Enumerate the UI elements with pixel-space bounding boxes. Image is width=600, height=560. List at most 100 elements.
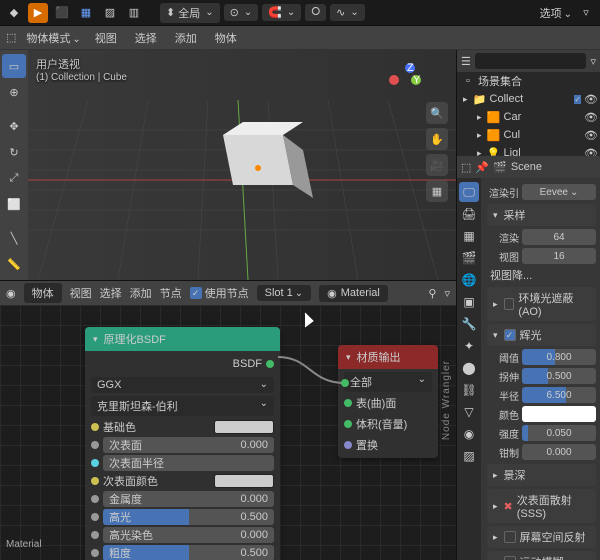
output-target-dropdown[interactable]: 全部	[344, 372, 432, 392]
pivot-dropdown[interactable]: ⊙	[224, 4, 259, 21]
persp-icon[interactable]: ▦	[426, 180, 448, 202]
socket-次表面[interactable]: 次表面0.000	[91, 436, 274, 454]
node-shader-type[interactable]: 物体	[24, 283, 62, 303]
panel-header[interactable]: 屏幕空间反射	[487, 526, 596, 548]
options-dropdown[interactable]: 选项	[540, 5, 572, 21]
socket-基础色[interactable]: 基础色	[91, 418, 274, 436]
shade2-icon[interactable]: ▥	[124, 3, 144, 23]
solid-shade-icon[interactable]: ⬛	[52, 3, 72, 23]
bloom-半径[interactable]: 半径6.500	[487, 386, 596, 404]
material-datablock[interactable]: ◉Material	[319, 285, 388, 302]
outliner-type-icon[interactable]: ☰	[461, 55, 471, 68]
node-menu-select[interactable]: 选择	[100, 285, 122, 301]
sampling-panel-header[interactable]: 采样	[487, 204, 596, 226]
constraint-tab[interactable]: ⛓	[459, 380, 479, 400]
texture-tab[interactable]: ▨	[459, 446, 479, 466]
outliner-row[interactable]: 🟧Car👁	[457, 108, 600, 126]
snap-dropdown[interactable]: 🧲	[262, 4, 301, 21]
slot-dropdown[interactable]: Slot 1	[257, 285, 312, 301]
panel-header[interactable]: 运动模糊	[487, 551, 596, 560]
node-header[interactable]: 原理化BSDF	[85, 327, 280, 351]
outliner-row[interactable]: 🟧Cul👁	[457, 126, 600, 144]
outliner-filter-icon[interactable]: ▿	[590, 55, 596, 68]
props-pin-icon[interactable]: 📌	[475, 161, 489, 174]
pin-icon[interactable]: ⚲	[428, 287, 436, 300]
menu-add[interactable]: 添加	[171, 28, 201, 48]
bloom-panel-header[interactable]: ✓辉光	[487, 324, 596, 346]
node-editor-type-icon[interactable]: ◉	[6, 287, 16, 300]
mode-dropdown[interactable]: 物体模式	[26, 30, 80, 46]
socket-次表面半径[interactable]: 次表面半径	[91, 454, 274, 472]
axis-gizmo[interactable]: Z Y	[380, 58, 420, 98]
orientation-dropdown[interactable]: ⬍ 全局	[160, 3, 220, 23]
node-menu-add[interactable]: 添加	[130, 285, 152, 301]
play-icon[interactable]: ▶	[28, 3, 48, 23]
props-editor-icon[interactable]: ⬚	[461, 161, 471, 174]
cursor-tool[interactable]: ⊕	[2, 80, 26, 104]
node-material-output[interactable]: 材质输出 全部 表(曲)面 体积(音量) 置换	[338, 345, 438, 458]
distribution-dropdown[interactable]: GGX	[91, 377, 274, 393]
zoom-icon[interactable]: 🔍	[426, 102, 448, 124]
proportional-falloff[interactable]: ∿	[330, 4, 365, 21]
bloom-拐伸[interactable]: 拐伸0.500	[487, 367, 596, 385]
shade-icon[interactable]: ▨	[100, 3, 120, 23]
menu-select[interactable]: 选择	[131, 28, 161, 48]
engine-dropdown[interactable]: Eevee	[522, 184, 596, 200]
filter-icon[interactable]: ▿	[576, 3, 596, 23]
scale-tool[interactable]: ⤢	[2, 166, 26, 190]
physics-tab[interactable]: ⬤	[459, 358, 479, 378]
camera-icon[interactable]: 🎥	[426, 154, 448, 176]
scene-tab[interactable]: 🎬	[459, 248, 479, 268]
panel-header[interactable]: 景深	[487, 464, 596, 486]
ao-panel-header[interactable]: 环境光遮蔽 (AO)	[487, 287, 596, 321]
output-tab[interactable]: 🖨	[459, 204, 479, 224]
render-tab[interactable]: 🖵	[459, 182, 479, 202]
socket-次表面颜色[interactable]: 次表面颜色	[91, 472, 274, 490]
outliner-search[interactable]	[475, 53, 587, 69]
menu-object[interactable]: 物体	[211, 28, 241, 48]
bloom-钳制[interactable]: 钳制0.000	[487, 443, 596, 461]
rotate-tool[interactable]: ↻	[2, 140, 26, 164]
move-tool[interactable]: ✥	[2, 114, 26, 138]
outliner-root[interactable]: 场景集合	[478, 73, 522, 89]
modifier-tab[interactable]: 🔧	[459, 314, 479, 334]
scene-name[interactable]: Scene	[511, 161, 596, 173]
use-nodes-checkbox[interactable]: ✓使用节点	[190, 285, 249, 301]
node-overlay-icon[interactable]: ▿	[444, 287, 450, 300]
object-tab[interactable]: ▣	[459, 292, 479, 312]
outliner-row[interactable]: 📁Collect✓👁	[457, 90, 600, 108]
editor-type-icon[interactable]: ⬚	[6, 31, 16, 44]
3d-viewport[interactable]: 用户透视 (1) Collection | Cube Z Y 🔍 ✋ 🎥 ▦	[28, 50, 456, 280]
socket-高光染色[interactable]: 高光染色0.000	[91, 526, 274, 544]
bloom-强度[interactable]: 强度0.050	[487, 424, 596, 442]
side-panel-tab[interactable]: Node Wrangler	[441, 360, 452, 440]
select-box-tool[interactable]: ▭	[2, 54, 26, 78]
socket-金属度[interactable]: 金属度0.000	[91, 490, 274, 508]
node-editor-canvas[interactable]: 原理化BSDF BSDF GGX 克里斯坦森-伯利 基础色次表面0.000次表面…	[0, 305, 456, 560]
socket-粗度[interactable]: 粗度0.500	[91, 544, 274, 560]
transform-tool[interactable]: ⬜	[2, 192, 26, 216]
node-menu-view[interactable]: 视图	[70, 285, 92, 301]
bloom-颜色[interactable]: 颜色	[487, 405, 596, 423]
annotate-tool[interactable]: ╲	[2, 226, 26, 250]
node-principled-bsdf[interactable]: 原理化BSDF BSDF GGX 克里斯坦森-伯利 基础色次表面0.000次表面…	[85, 327, 280, 560]
socket-高光[interactable]: 高光0.500	[91, 508, 274, 526]
sss-method-dropdown[interactable]: 克里斯坦森-伯利	[91, 396, 274, 416]
material-tab[interactable]: ◉	[459, 424, 479, 444]
node-menu-node[interactable]: 节点	[160, 285, 182, 301]
particle-tab[interactable]: ✦	[459, 336, 479, 356]
world-tab[interactable]: 🌐	[459, 270, 479, 290]
menu-view[interactable]: 视图	[91, 28, 121, 48]
render-samples[interactable]: 64	[522, 229, 596, 245]
bloom-阈值[interactable]: 阈值0.800	[487, 348, 596, 366]
pan-icon[interactable]: ✋	[426, 128, 448, 150]
proportional-icon[interactable]: ⭘	[305, 4, 326, 21]
measure-tool[interactable]: 📏	[2, 252, 26, 276]
view-tab[interactable]: ▦	[459, 226, 479, 246]
node-header[interactable]: 材质输出	[338, 345, 438, 369]
wire-shade-icon[interactable]: ▦	[76, 3, 96, 23]
data-tab[interactable]: ▽	[459, 402, 479, 422]
panel-header[interactable]: ✖次表面散射 (SSS)	[487, 489, 596, 523]
viewport-samples[interactable]: 16	[522, 248, 596, 264]
outliner-row[interactable]: 💡Ligl👁	[457, 144, 600, 156]
